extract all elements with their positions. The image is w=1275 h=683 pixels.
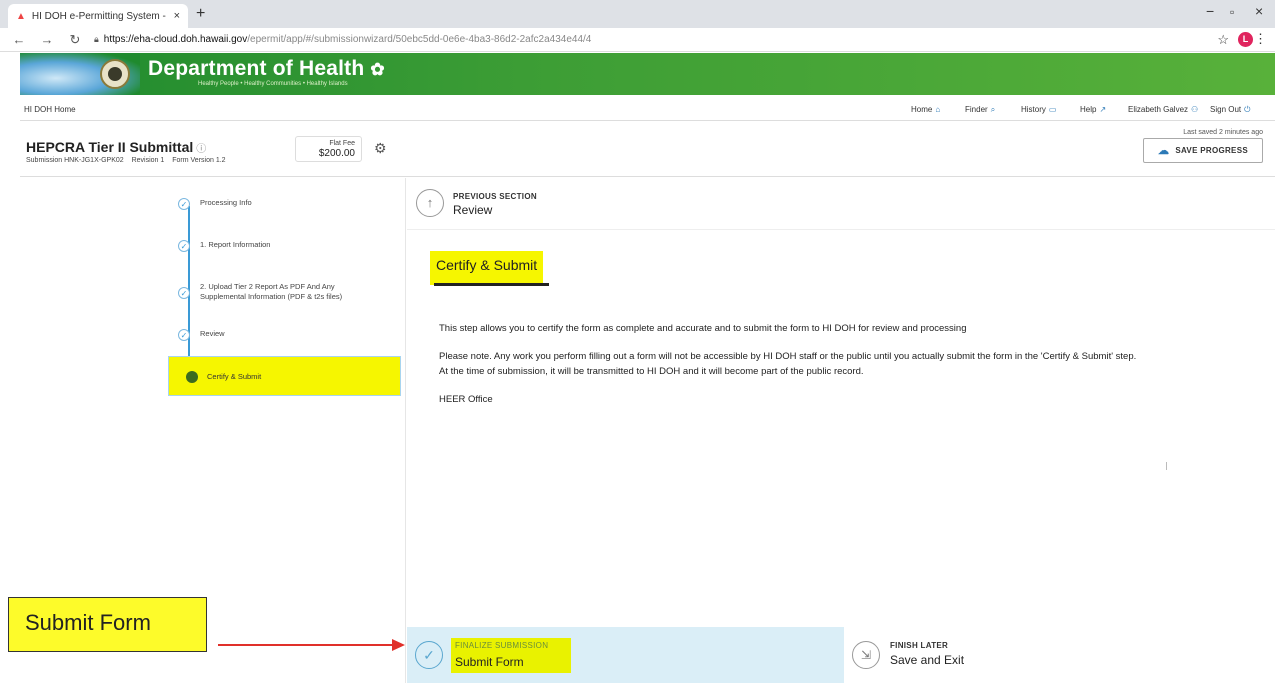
maximize-button[interactable]: ▫	[1230, 5, 1234, 19]
step-upload-report[interactable]: ✓ 2. Upload Tier 2 Report As PDF And Any…	[178, 282, 370, 302]
back-arrow-icon[interactable]: ←	[10, 32, 28, 47]
favicon-icon: ▲	[16, 10, 26, 22]
fee-box: Flat Fee $200.00	[295, 136, 362, 162]
hi-doh-home-link[interactable]: HI DOH Home	[24, 105, 76, 114]
cloud-icon: ☁	[1158, 145, 1170, 157]
finish-later-caption: FINISH LATER	[890, 641, 949, 650]
gear-icon[interactable]: ⚙	[374, 140, 387, 157]
external-link-icon: ↗	[1099, 105, 1107, 114]
save-and-exit-button[interactable]: ⇲ FINISH LATER Save and Exit	[844, 627, 1275, 683]
nav-history[interactable]: History ▭	[1021, 105, 1056, 114]
home-icon: ⌂	[935, 105, 941, 114]
nav-sign-out[interactable]: Sign Out ⏻	[1210, 105, 1250, 115]
step-label: Review	[200, 329, 225, 338]
step-label: Certify & Submit	[207, 372, 262, 381]
browser-tab[interactable]: ▲ HI DOH e-Permitting System - H ×	[8, 4, 188, 28]
form-title-text: HEPCRA Tier II Submittal	[26, 139, 194, 155]
check-icon: ✓	[178, 329, 190, 341]
form-meta: Submission HNK-JG1X-GPK02 Revision 1 For…	[26, 157, 232, 164]
browser-tab-bar: ▲ HI DOH e-Permitting System - H × + − ▫…	[0, 0, 1275, 28]
reload-icon[interactable]: ↻	[66, 32, 84, 48]
step-review[interactable]: ✓ Review	[178, 329, 225, 341]
minimize-button[interactable]: −	[1206, 3, 1214, 19]
finish-later-label: Save and Exit	[890, 653, 965, 667]
intro-paragraph: This step allows you to certify the form…	[439, 323, 967, 334]
exit-icon: ⇲	[852, 641, 880, 669]
section-heading-underline	[434, 283, 549, 286]
check-icon: ✓	[178, 240, 190, 252]
note-paragraph: Please note. Any work you perform fillin…	[439, 351, 1137, 377]
annotation-callout: Submit Form	[8, 597, 207, 652]
nav-user-label: Elizabeth Galvez	[1128, 105, 1189, 114]
office-signature: HEER Office	[439, 394, 493, 405]
url-field[interactable]: 🔒︎ https://eha-cloud.doh.hawaii.gov /epe…	[94, 34, 591, 45]
profile-avatar[interactable]: L	[1238, 32, 1253, 47]
annotation-arrow-head-icon	[392, 639, 405, 651]
step-label: 2. Upload Tier 2 Report As PDF And Any S…	[200, 282, 343, 301]
doh-banner: Department of Health ✿ Healthy People • H…	[20, 53, 1275, 95]
step-label: Processing Info	[200, 198, 252, 207]
step-label: 1. Report Information	[200, 240, 271, 249]
bookmark-star-icon[interactable]: ☆	[1217, 32, 1229, 48]
fee-label: Flat Fee	[329, 140, 355, 147]
finalize-label: Submit Form	[455, 655, 524, 669]
browser-menu-icon[interactable]: ⋮	[1254, 31, 1267, 47]
nav-user[interactable]: Elizabeth Galvez ⚇	[1128, 105, 1198, 114]
step-certify-submit[interactable]: Certify & Submit	[168, 356, 401, 396]
divider-tick	[1166, 462, 1167, 470]
nav-sign-out-label: Sign Out	[1210, 105, 1242, 114]
state-seal-logo	[100, 59, 130, 89]
check-icon: ✓	[178, 198, 190, 210]
leaf-icon: ✿	[370, 60, 385, 79]
check-icon: ✓	[415, 641, 443, 669]
submission-id: Submission HNK-JG1X-GPK02	[26, 157, 124, 164]
nav-finder-label: Finder	[965, 105, 988, 114]
nav-home[interactable]: Home ⌂	[911, 105, 940, 114]
form-title: HEPCRA Tier II Submittal ⓘ	[26, 139, 206, 155]
form-header: HEPCRA Tier II Submittal ⓘ Submission HNK…	[20, 122, 1275, 177]
nav-finder[interactable]: Finder ⌕	[965, 105, 995, 115]
url-host: https://eha-cloud.doh.hawaii.gov	[103, 34, 248, 45]
search-icon: ⌕	[990, 105, 996, 114]
revision: Revision 1	[131, 157, 165, 164]
form-version: Form Version 1.2	[172, 157, 226, 164]
fee-amount: $200.00	[318, 148, 355, 159]
banner-title-text: Department of Health	[148, 57, 365, 80]
nav-home-label: Home	[911, 105, 933, 114]
power-icon: ⏻	[1244, 105, 1251, 114]
nav-help-label: Help	[1080, 105, 1097, 114]
app-nav: HI DOH Home Home ⌂ Finder ⌕ History ▭ Help ↗…	[20, 97, 1275, 121]
forward-arrow-icon[interactable]: →	[38, 32, 56, 47]
banner-tagline: Healthy People • Healthy Communities • H…	[198, 81, 348, 87]
help-icon[interactable]: ⓘ	[196, 144, 206, 155]
previous-section-caption: PREVIOUS SECTION	[453, 192, 537, 201]
url-path: /epermit/app/#/submissionwizard/50ebc5dd…	[247, 34, 592, 45]
last-saved-text: Last saved 2 minutes ago	[1183, 129, 1263, 136]
nav-help[interactable]: Help ↗	[1080, 105, 1106, 114]
previous-section-link[interactable]: ↑ PREVIOUS SECTION Review	[407, 178, 1275, 230]
lock-icon: 🔒︎	[94, 34, 99, 44]
history-icon: ▭	[1048, 105, 1057, 114]
browser-tab-title: HI DOH e-Permitting System - H	[31, 10, 168, 22]
arrow-up-icon: ↑	[416, 189, 444, 217]
active-step-dot-icon	[186, 371, 198, 383]
check-icon: ✓	[178, 287, 190, 299]
save-progress-button[interactable]: ☁ SAVE PROGRESS	[1143, 138, 1263, 163]
nav-history-label: History	[1021, 105, 1046, 114]
finalize-caption: FINALIZE SUBMISSION	[455, 641, 549, 650]
section-heading: Certify & Submit	[430, 251, 544, 285]
user-icon: ⚇	[1191, 105, 1199, 114]
save-progress-label: SAVE PROGRESS	[1175, 146, 1248, 155]
browser-address-bar: ← → ↻ 🔒︎ https://eha-cloud.doh.hawaii.go…	[0, 28, 1275, 52]
banner-title[interactable]: Department of Health ✿	[148, 57, 385, 81]
submit-form-button[interactable]: ✓ FINALIZE SUBMISSION Submit Form	[407, 627, 844, 683]
step-report-information[interactable]: ✓ 1. Report Information	[178, 240, 270, 252]
tab-close-icon[interactable]: ×	[174, 10, 180, 22]
new-tab-button[interactable]: +	[196, 5, 205, 23]
annotation-arrow-line	[218, 644, 396, 646]
close-window-button[interactable]: ×	[1255, 3, 1263, 19]
step-processing-info[interactable]: ✓ Processing Info	[178, 198, 252, 210]
previous-section-name: Review	[453, 203, 493, 217]
